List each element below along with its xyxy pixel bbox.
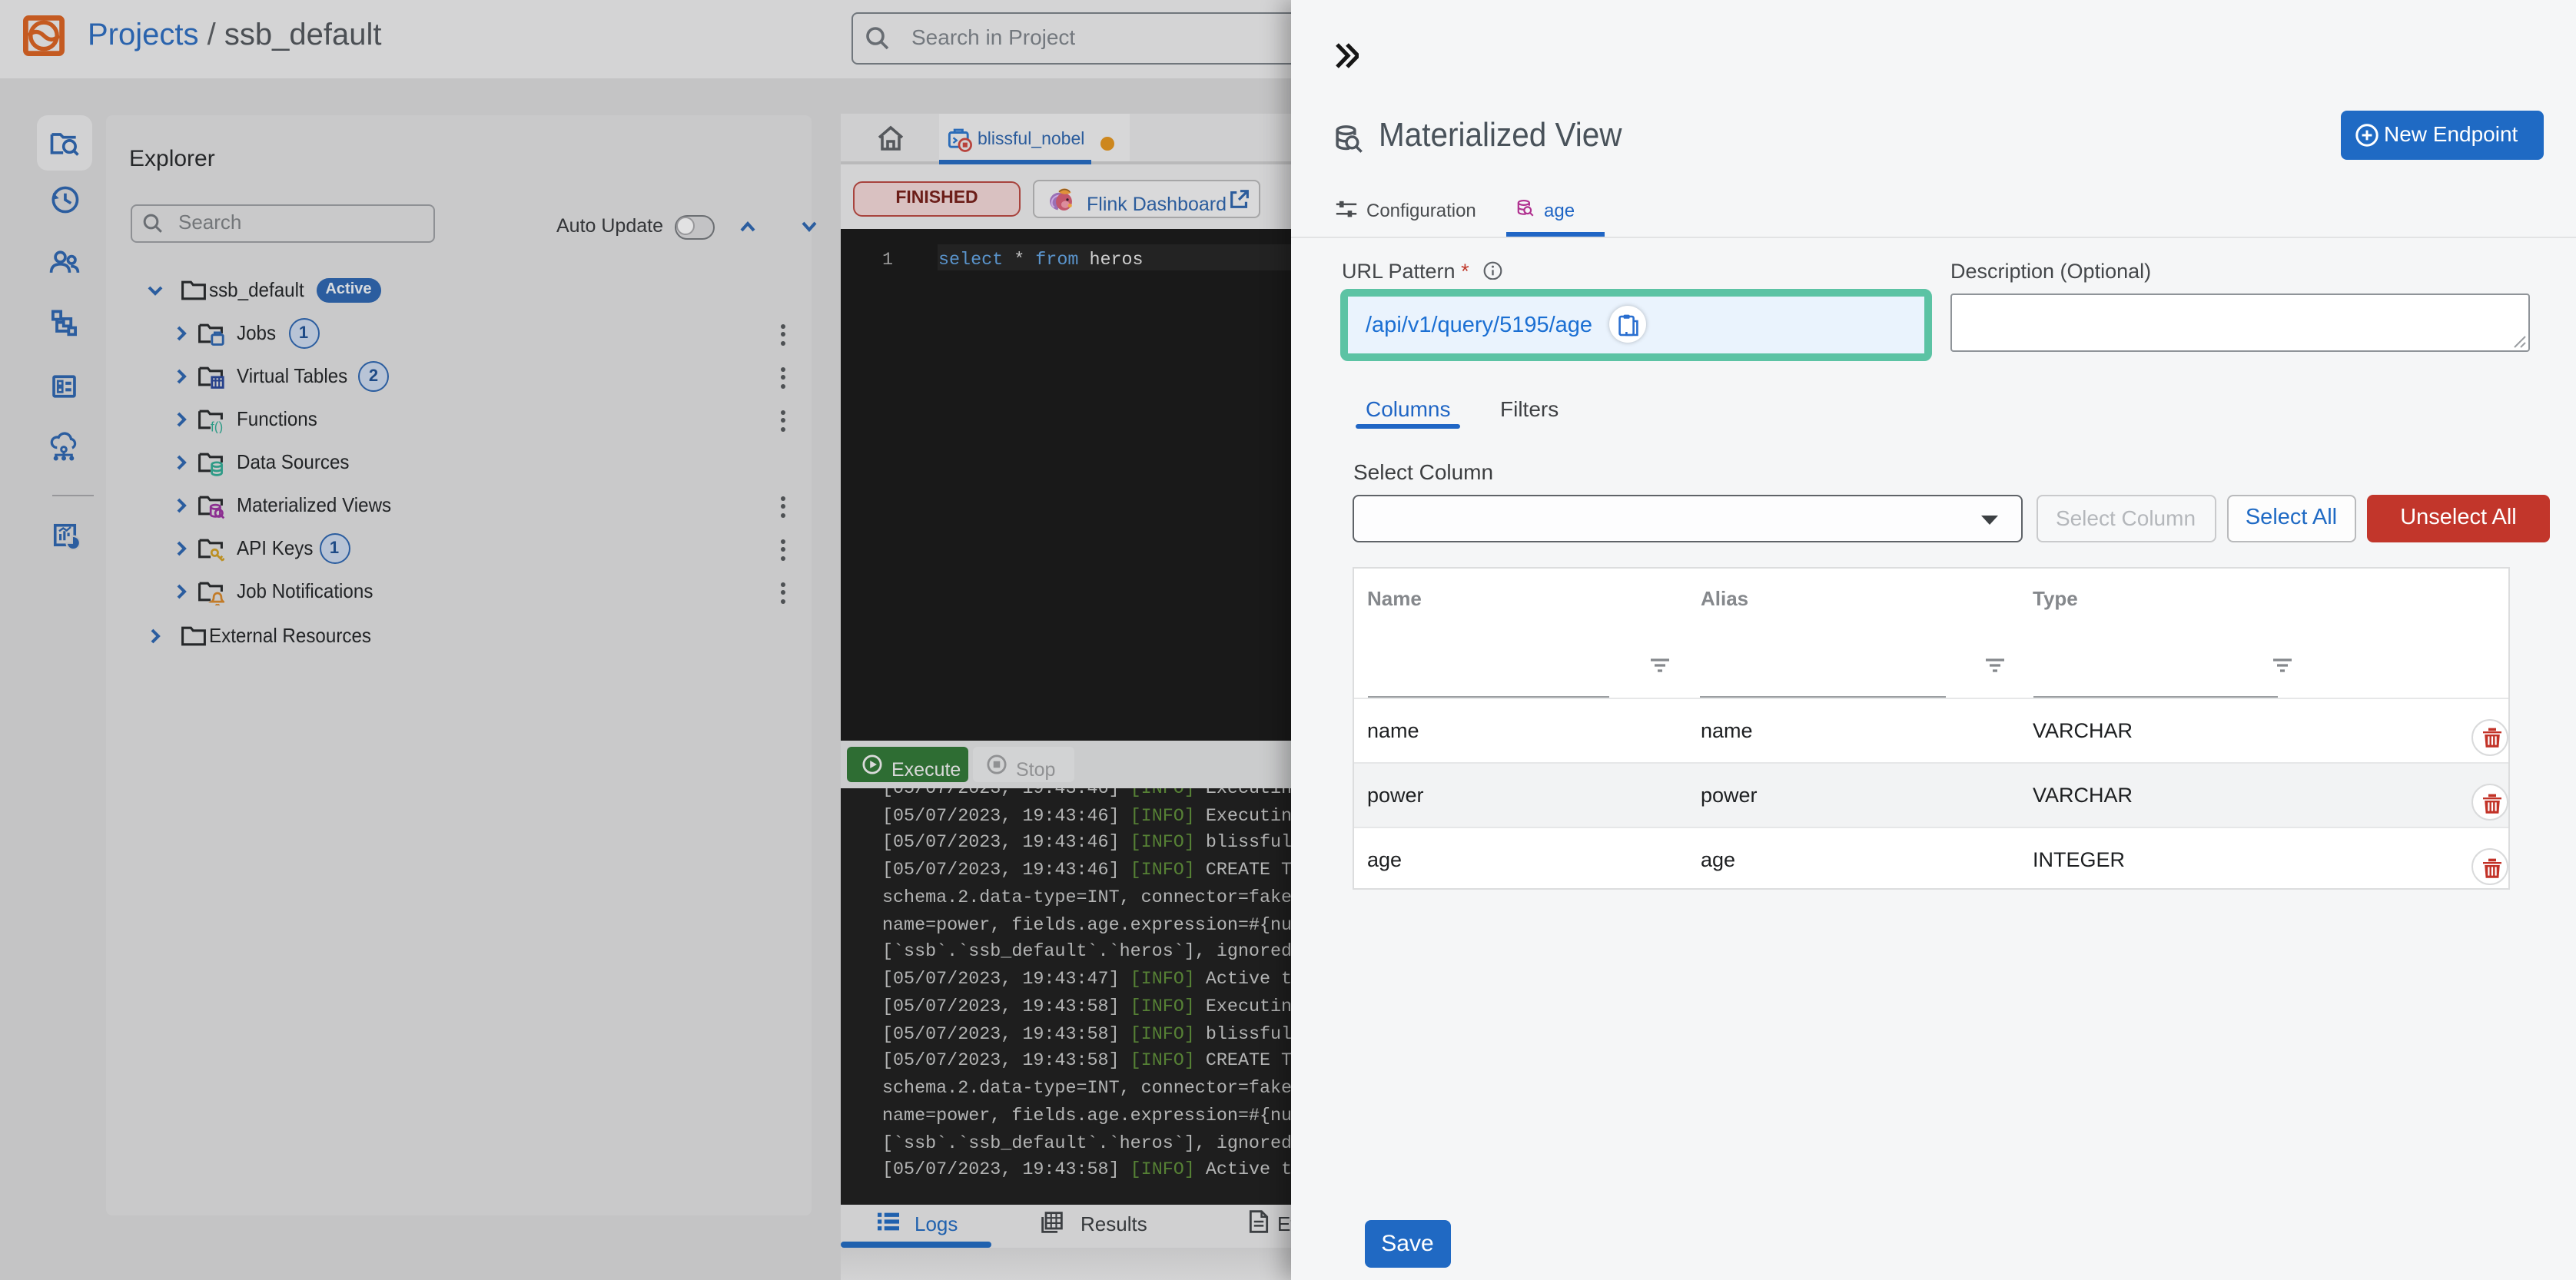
svg-text:f(): f() xyxy=(211,419,223,433)
